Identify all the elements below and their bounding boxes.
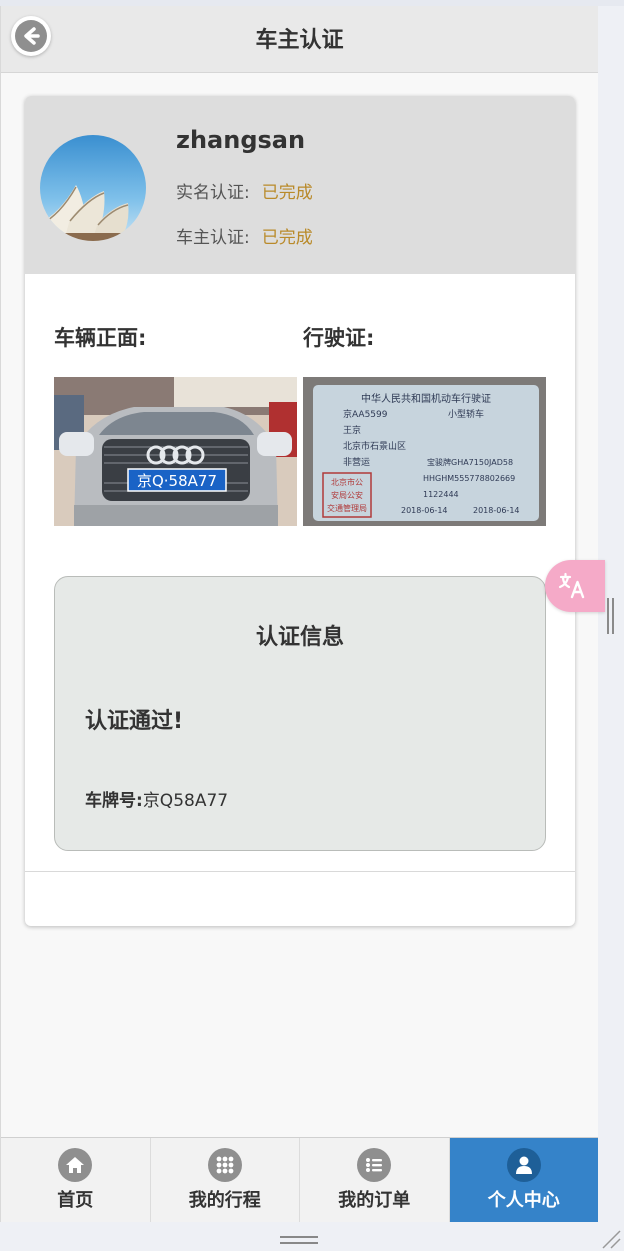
realname-status-row: 实名认证: 已完成 (176, 178, 313, 203)
app-frame: 车主认证 zhangsan 实名认证: 已完成 车主认证: 已完成 车辆正面: … (0, 6, 598, 1222)
owner-status-row: 车主认证: 已完成 (176, 223, 313, 248)
certification-card: zhangsan 实名认证: 已完成 车主认证: 已完成 车辆正面: 行驶证: (25, 96, 575, 926)
resize-grip[interactable] (601, 1229, 621, 1249)
license-doc-vin: HHGHM555778802669 (423, 474, 515, 483)
vehicle-front-photo[interactable]: 京Q·58A77 (54, 377, 297, 526)
list-icon (357, 1148, 392, 1182)
license-doc-issue-date: 2018-06-14 (473, 506, 520, 515)
nav-item-home[interactable]: 首页 (1, 1138, 151, 1222)
nav-item-profile[interactable]: 个人中心 (449, 1138, 598, 1222)
license-stamp-line1: 北京市公 (331, 477, 363, 487)
license-photo[interactable]: 中华人民共和国机动车行驶证 京AA5599 小型轿车 王京 北京市石景山区 非营… (303, 377, 546, 526)
nav-label-trips: 我的行程 (188, 1190, 261, 1211)
vehicle-front-label: 车辆正面: (54, 326, 147, 350)
card-divider (25, 871, 575, 872)
user-icon (506, 1148, 541, 1182)
translate-button[interactable] (545, 560, 605, 612)
license-doc-type: 小型轿车 (448, 408, 484, 420)
license-doc-use: 非营运 (343, 456, 370, 468)
avatar[interactable] (40, 135, 146, 241)
license-doc-engine: 1122444 (423, 490, 459, 499)
license-stamp-line3: 交通管理局 (327, 503, 367, 513)
header-bar: 车主认证 (1, 6, 598, 73)
profile-section: zhangsan 实名认证: 已完成 车主认证: 已完成 (25, 96, 575, 274)
realname-value: 已完成 (261, 183, 313, 203)
license-doc-model: 宝骏牌GHA7150JAD58 (427, 457, 513, 467)
drag-handle[interactable] (280, 1236, 318, 1244)
certification-info-box: 认证信息 认证通过! 车牌号:京Q58A77 (54, 576, 546, 851)
grid-icon (207, 1148, 242, 1182)
owner-label: 车主认证: (176, 228, 250, 248)
license-doc-reg-date: 2018-06-14 (401, 506, 448, 515)
username: zhangsan (176, 126, 306, 154)
license-stamp-line2: 安局公安 (331, 490, 363, 500)
license-doc-address: 北京市石景山区 (343, 440, 406, 452)
owner-value: 已完成 (261, 228, 313, 248)
panel-resize-handle[interactable] (607, 598, 617, 634)
plate-number-label: 车牌号: (85, 791, 143, 811)
license-doc-title: 中华人民共和国机动车行驶证 (361, 392, 491, 405)
nav-label-profile: 个人中心 (487, 1190, 560, 1211)
nav-item-trips[interactable]: 我的行程 (151, 1138, 300, 1222)
nav-item-orders[interactable]: 我的订单 (300, 1138, 450, 1222)
license-doc-owner: 王京 (343, 424, 361, 436)
page-title: 车主认证 (255, 28, 344, 53)
plate-number-row: 车牌号:京Q58A77 (85, 786, 228, 811)
license-doc-plate: 京AA5599 (343, 408, 388, 420)
nav-label-orders: 我的订单 (338, 1190, 411, 1211)
license-label: 行驶证: (303, 326, 375, 350)
realname-label: 实名认证: (176, 183, 250, 203)
nav-label-home: 首页 (57, 1190, 94, 1211)
plate-number-value: 京Q58A77 (142, 791, 229, 811)
info-title: 认证信息 (255, 625, 344, 650)
bottom-nav: 首页 我的行程 我的订单 个人中心 (1, 1137, 598, 1222)
certification-passed-text: 认证通过! (85, 709, 184, 734)
translate-icon (558, 572, 585, 599)
plate-photo-text: 京Q·58A77 (137, 472, 217, 490)
home-icon (58, 1148, 93, 1182)
